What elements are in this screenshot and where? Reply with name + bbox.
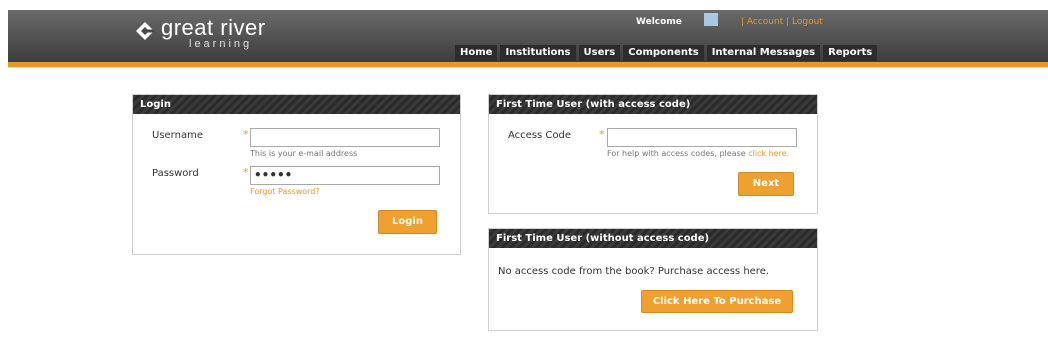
nav-item-internal-messages[interactable]: Internal Messages [706,45,821,61]
access-code-required-mark: * [599,128,605,141]
login-panel-title: Login [133,95,460,114]
next-button[interactable]: Next [738,172,794,196]
access-code-hint: For help with access codes, please click… [607,149,789,158]
purchase-description: No access code from the book? Purchase a… [498,266,770,277]
header-divider [8,67,1048,68]
brand-tagline: learning [189,38,253,50]
nav-item-users[interactable]: Users [578,45,621,61]
password-required-mark: * [243,166,249,179]
logo-diamond-icon [136,22,154,40]
access-code-panel: First Time User (with access code) Acces… [488,94,818,214]
access-code-panel-title: First Time User (with access code) [489,95,817,114]
login-button[interactable]: Login [378,210,437,234]
password-input[interactable]: ••••• [250,166,440,185]
logout-link[interactable]: | Logout [786,17,823,27]
purchase-panel-title: First Time User (without access code) [489,229,817,248]
purchase-button[interactable]: Click Here To Purchase [641,290,793,313]
forgot-password-link[interactable]: Forgot Password? [250,187,320,196]
purchase-panel: First Time User (without access code) No… [488,228,818,331]
welcome-text: Welcome [636,17,682,27]
username-required-mark: * [243,128,249,141]
username-input[interactable] [250,128,440,147]
avatar [704,13,718,26]
username-hint: This is your e-mail address [250,149,358,158]
brand-name: great river [161,15,266,40]
account-links: | Account | Logout [741,17,823,27]
password-label: Password [152,168,199,179]
username-label: Username [152,130,203,141]
access-code-help-link[interactable]: click here. [748,149,789,158]
account-link[interactable]: | Account [741,17,783,27]
nav-item-reports[interactable]: Reports [823,45,878,61]
access-code-hint-text: For help with access codes, please [607,149,746,158]
nav-item-home[interactable]: Home [455,45,498,61]
nav-item-components[interactable]: Components [623,45,704,61]
main-nav: Home Institutions Users Components Inter… [455,45,880,61]
nav-item-institutions[interactable]: Institutions [500,45,576,61]
brand-logo[interactable]: great river learning [135,17,266,51]
access-code-input[interactable] [607,128,797,147]
login-panel: Login Username * This is your e-mail add… [132,94,461,255]
access-code-label: Access Code [508,130,572,141]
